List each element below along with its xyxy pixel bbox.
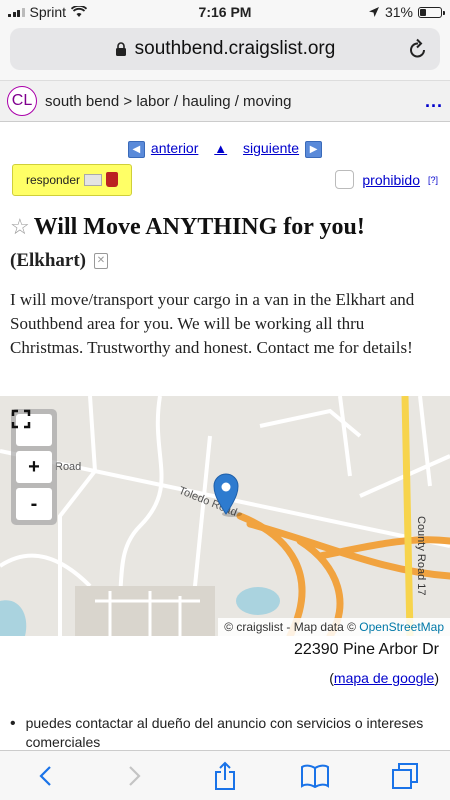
openstreetmap-link[interactable]: OpenStreetMap (359, 620, 444, 634)
next-arrow-icon[interactable]: ▶ (305, 140, 323, 158)
google-map-link-wrap: (mapa de google) (329, 670, 439, 686)
more-menu-icon[interactable]: ... (425, 91, 443, 112)
hide-post-icon[interactable]: ✕ (94, 252, 108, 269)
share-icon[interactable] (205, 756, 245, 796)
zoom-in-button[interactable]: + (16, 451, 52, 483)
forward-icon[interactable] (115, 756, 155, 796)
favorite-star-icon[interactable]: ☆ (10, 214, 30, 239)
map-label-road: Road (55, 461, 81, 473)
notice-list-item: • puedes contactar al dueño del anuncio … (10, 714, 430, 752)
map-attribution: © craigslist - Map data © OpenStreetMap (218, 618, 450, 636)
post-body: I will move/transport your cargo in a va… (10, 289, 415, 357)
up-link[interactable]: ▲ (214, 141, 227, 156)
post-title-text: Will Move ANYTHING for you! (33, 213, 365, 240)
location-map[interactable]: Road Toledo Road County Road 17 + - © cr… (0, 396, 450, 636)
notice-text: puedes contactar al dueño del anuncio co… (25, 715, 424, 750)
flag-control: prohibido [?] (335, 170, 438, 190)
address-bar[interactable]: southbend.craigslist.org (10, 28, 440, 70)
back-icon[interactable] (25, 756, 65, 796)
street-address: 22390 Pine Arbor Dr (294, 641, 439, 658)
flag-checkbox[interactable] (335, 170, 355, 190)
next-link[interactable]: siguiente (243, 140, 299, 156)
lock-icon (115, 41, 126, 56)
map-tiles: Road Toledo Road County Road 17 (0, 396, 450, 636)
prev-link[interactable]: anterior (151, 140, 198, 156)
site-header: CL south bend > labor / hauling / moving… (0, 80, 450, 122)
post-navigation: ◀ anterior ▲ siguiente ▶ (0, 140, 450, 158)
map-label-county: County Road 17 (415, 516, 427, 596)
google-map-link[interactable]: mapa de google (334, 670, 434, 686)
location-text: (Elkhart) (10, 249, 86, 271)
flag-help-link[interactable]: [?] (428, 175, 438, 185)
browser-chrome: southbend.craigslist.org (0, 24, 450, 80)
flag-link[interactable]: prohibido (362, 172, 420, 188)
zoom-out-button[interactable]: - (16, 488, 52, 520)
wifi-icon (71, 6, 88, 17)
browser-toolbar (0, 750, 450, 800)
trash-icon (106, 172, 119, 188)
bullet-icon: • (10, 715, 16, 732)
fullscreen-icon[interactable] (11, 409, 52, 446)
battery-percent: 31% (384, 4, 413, 20)
location-arrow-icon (368, 7, 379, 17)
reply-button[interactable]: responder (12, 163, 132, 196)
post-location: (Elkhart) ✕ (0, 250, 450, 272)
craigslist-logo[interactable]: CL (7, 86, 37, 116)
envelope-icon (84, 173, 103, 186)
signal-icon (8, 7, 25, 17)
breadcrumb[interactable]: south bend > labor / hauling / moving (45, 93, 425, 110)
map-credit-text: © craigslist - Map data © (224, 620, 356, 634)
carrier-label: Sprint (29, 4, 67, 20)
reply-label: responder (25, 172, 81, 187)
status-bar: Sprint 7:16 PM 31% (0, 0, 450, 24)
prev-arrow-icon[interactable]: ◀ (127, 140, 145, 158)
post-title: ☆ Will Move ANYTHING for you! (0, 212, 450, 242)
reload-icon[interactable] (408, 38, 428, 60)
tabs-icon[interactable] (385, 756, 425, 796)
map-controls: + - (11, 409, 57, 525)
url-text: southbend.craigslist.org (134, 38, 336, 59)
battery-icon (418, 6, 445, 18)
bookmarks-icon[interactable] (295, 756, 335, 796)
